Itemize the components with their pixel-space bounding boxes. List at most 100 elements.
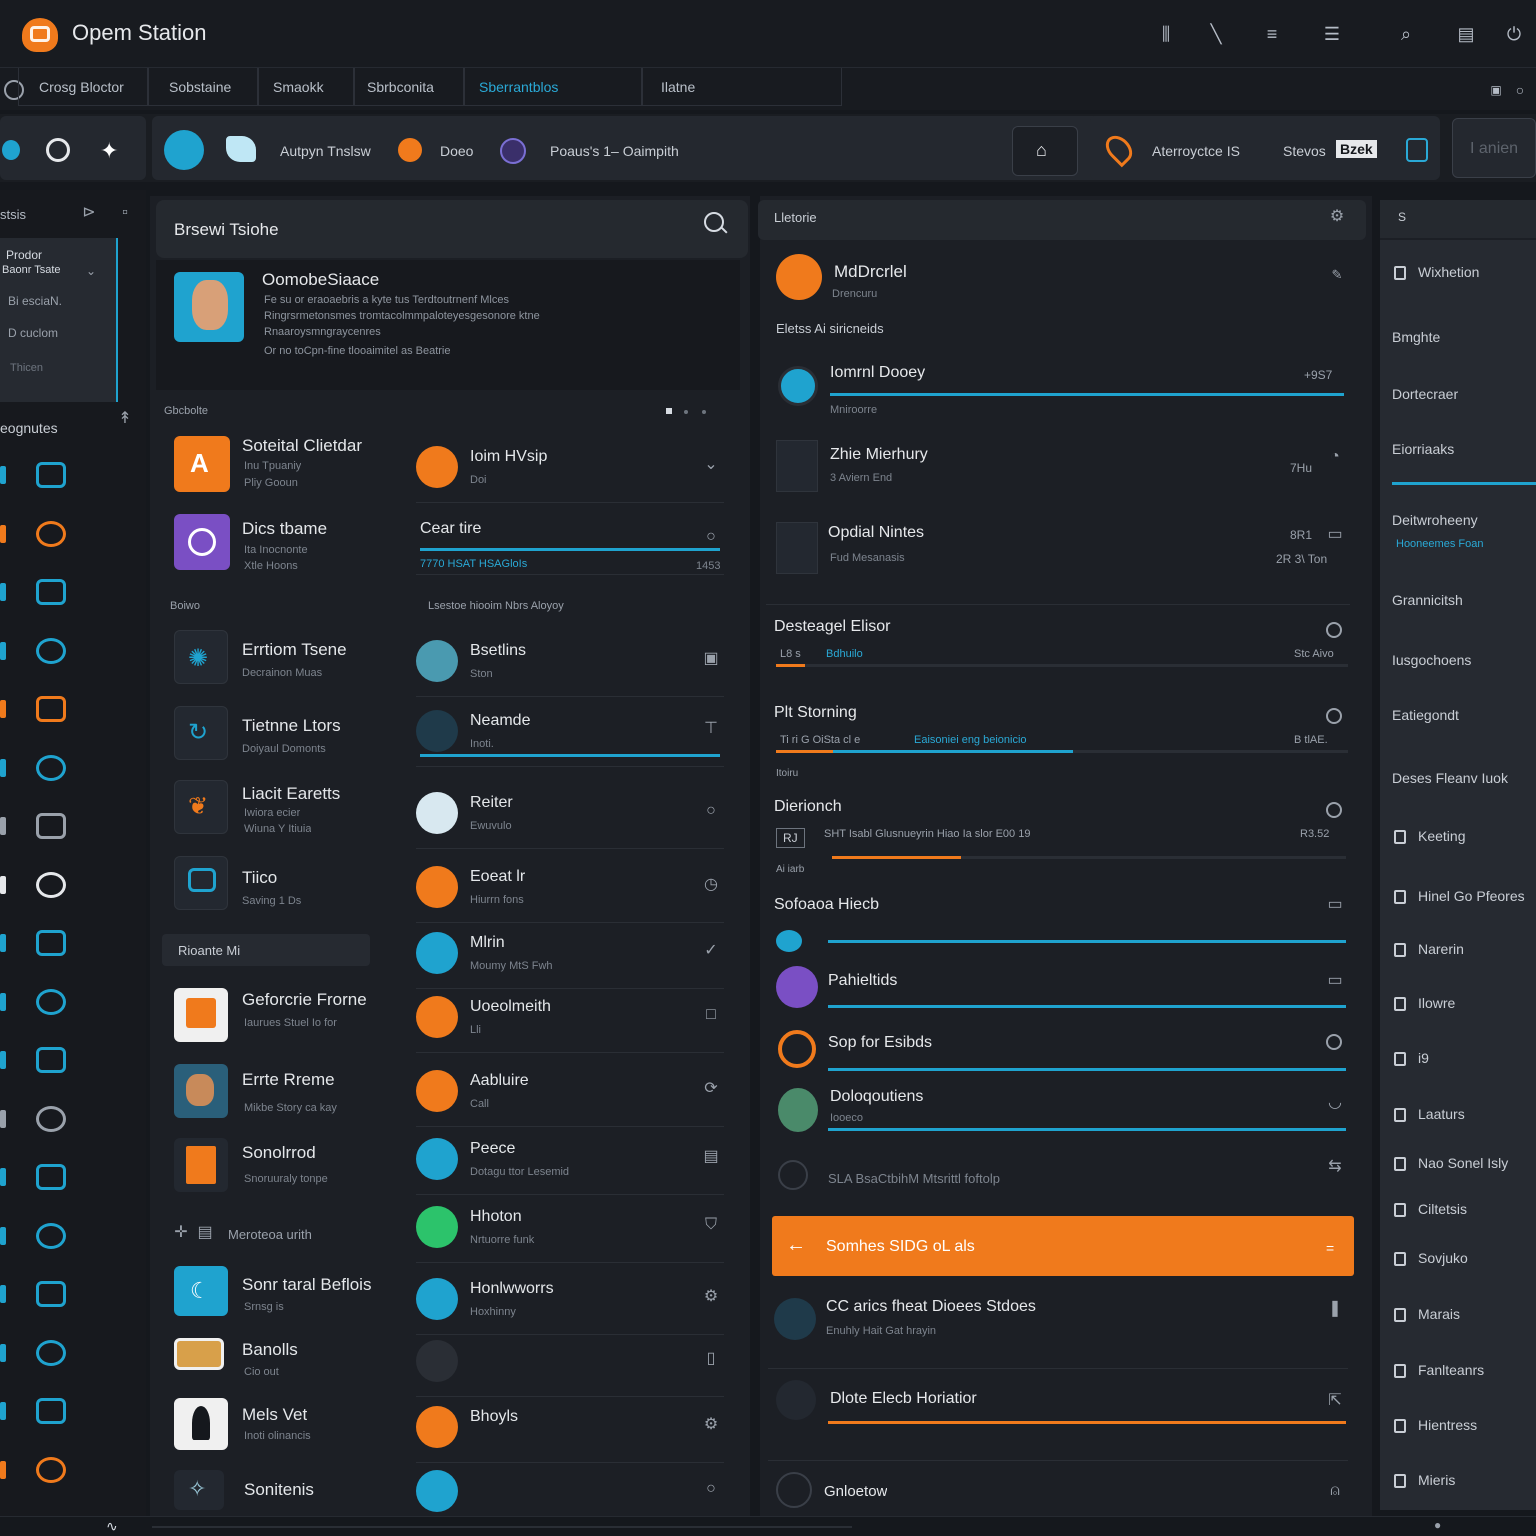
settings-circle-icon[interactable]: ○ — [1510, 80, 1530, 100]
right-sidebar-item[interactable]: Fanlteanrs — [1418, 1362, 1534, 1378]
tab-ilatne[interactable]: Ilatne — [642, 68, 842, 106]
sidebar-edge-icon[interactable] — [0, 1226, 6, 1245]
doc-icon[interactable]: ▤ — [700, 1146, 722, 1168]
tab-sbrbconita[interactable]: Sbrbconita — [354, 68, 464, 106]
right-sidebar-item[interactable]: Eatiegondt — [1392, 707, 1534, 723]
row-title[interactable]: Gnloetow — [824, 1483, 887, 1500]
info-icon[interactable]: ◔ — [1324, 446, 1346, 468]
settings-icon[interactable]: ⚙ — [1326, 206, 1348, 228]
right-sidebar-item[interactable]: Laaturs — [1418, 1106, 1534, 1122]
right-sidebar-item[interactable]: Nao Sonel Isly — [1418, 1155, 1534, 1171]
chevron-down-icon[interactable]: ⌄ — [80, 260, 102, 282]
chevron-down-icon[interactable]: ⌄ — [700, 454, 722, 476]
row-title[interactable]: Zhie Mierhury — [830, 446, 928, 464]
edit-icon[interactable]: ✎ — [1326, 264, 1348, 286]
sidebar-edge-icon[interactable] — [0, 1168, 6, 1186]
chat-icon[interactable]: ▭ — [1324, 970, 1346, 992]
menu-icon[interactable]: = — [1326, 1240, 1334, 1256]
send-icon[interactable] — [226, 136, 256, 162]
right-sidebar-item[interactable]: Hinel Go Pfeores — [1418, 888, 1534, 904]
settings-icon[interactable]: ⚙ — [700, 1286, 722, 1308]
circle-icon[interactable]: ○ — [700, 800, 722, 822]
reply-icon[interactable]: ⇆ — [1324, 1156, 1346, 1178]
item-title[interactable]: Tiico — [242, 868, 277, 888]
sidebar-edge-icon[interactable] — [0, 1285, 6, 1303]
square-icon[interactable]: □ — [700, 1004, 722, 1026]
globe-icon[interactable] — [46, 138, 70, 162]
right-sidebar-item[interactable]: Narerin — [1418, 941, 1534, 957]
plus-icon[interactable]: ✛ — [170, 1222, 192, 1244]
window-icon[interactable]: ▭ — [1324, 894, 1346, 916]
item-title[interactable]: Sonr taral Beflois — [242, 1275, 371, 1295]
sidebar-edge-icon[interactable] — [0, 758, 6, 777]
sidebar-edge-icon[interactable] — [0, 1460, 6, 1479]
item-title[interactable]: Mlrin — [470, 934, 690, 952]
sidebar-edge-icon[interactable] — [0, 992, 6, 1011]
more-icon[interactable] — [684, 410, 688, 414]
item-title[interactable]: Liacit Earetts — [242, 784, 340, 804]
monitor-icon[interactable] — [36, 813, 66, 839]
toolbar-group2-label[interactable]: Doeo — [440, 143, 473, 159]
item-title[interactable]: Bhoyls — [470, 1408, 690, 1426]
circle-icon[interactable] — [1326, 708, 1342, 724]
search-icon[interactable]: ⌕ — [1396, 24, 1416, 44]
toolbar-group4-b[interactable]: Stevos — [1283, 143, 1326, 159]
edit-icon[interactable]: ╲ — [1206, 24, 1226, 44]
right-sidebar-item[interactable]: Bmghte — [1392, 329, 1534, 345]
globe-icon[interactable] — [36, 754, 66, 781]
right-sidebar-item[interactable]: Eiorriaaks — [1392, 441, 1534, 457]
target-icon[interactable] — [36, 1339, 66, 1366]
palette-icon[interactable] — [36, 520, 66, 547]
refresh-icon[interactable]: ⟳ — [700, 1078, 722, 1100]
right-sidebar-item[interactable]: Iusgochoens — [1392, 652, 1534, 668]
toolbar-group3-label[interactable]: Poaus's 1– Oaimpith — [550, 143, 679, 159]
export-icon[interactable]: ⇱ — [1324, 1390, 1346, 1412]
item-title[interactable]: Errte Rreme — [242, 1070, 335, 1090]
tab-smaokk[interactable]: Smaokk — [258, 68, 354, 106]
circle-icon[interactable] — [1326, 1034, 1342, 1050]
sidebar-nav-item[interactable]: Baonr Tsate — [2, 264, 61, 276]
sidebar-nav-item[interactable]: Prodor — [6, 248, 42, 262]
sidebar-nav-item[interactable]: D cuclom — [8, 326, 58, 340]
item-title[interactable]: Geforcrie Frorne — [242, 990, 367, 1010]
save-icon[interactable] — [1406, 138, 1428, 162]
sidebar-edge-icon[interactable] — [0, 817, 6, 835]
right-sidebar-item[interactable]: Deses Fleanv Iuok — [1392, 770, 1534, 786]
pin-icon[interactable]: ✦ — [100, 138, 118, 164]
right-sidebar-item[interactable]: Keeting — [1418, 828, 1534, 844]
item-title[interactable]: Bsetlins — [470, 642, 690, 660]
menu-icon[interactable]: ≡ — [1262, 24, 1282, 44]
list-title[interactable]: Pahieltids — [828, 972, 897, 990]
tab-sberrantblos[interactable]: Sberrantblos — [464, 68, 642, 106]
shield-icon[interactable]: ⛉ — [700, 1214, 722, 1236]
brand-circle-icon[interactable] — [164, 130, 204, 170]
right-sidebar-item[interactable]: Marais — [1418, 1306, 1534, 1322]
sidebar-edge-icon[interactable] — [0, 1402, 6, 1420]
window-icon[interactable]: ▭ — [1324, 524, 1346, 546]
right-sidebar-item[interactable]: Grannicitsh — [1392, 592, 1534, 608]
item-title[interactable]: Sonitenis — [244, 1480, 314, 1500]
row-title[interactable]: Iomrnl Dooey — [830, 364, 925, 382]
cloud-icon[interactable] — [2, 140, 20, 160]
item-title[interactable]: Hhoton — [470, 1208, 690, 1226]
pause-icon[interactable]: ❚ — [1324, 1298, 1346, 1320]
pin-icon[interactable]: ↟ — [114, 408, 136, 430]
right-sidebar-item[interactable]: i9 — [1418, 1050, 1534, 1066]
doc-icon[interactable]: ▤ — [194, 1222, 216, 1244]
sidebar-edge-icon[interactable] — [0, 466, 6, 484]
item-title[interactable]: Uoeolmeith — [470, 998, 690, 1016]
list-icon[interactable]: ☰ — [1322, 24, 1342, 44]
item-title[interactable]: Dics tbame — [242, 519, 327, 539]
row-title[interactable]: Dlote Elecb Horiatior — [830, 1390, 977, 1408]
list-title[interactable]: Doloqoutiens — [830, 1088, 923, 1106]
bell-icon[interactable]: ⍝ — [1324, 1480, 1346, 1502]
sidebar-edge-icon[interactable] — [0, 700, 6, 718]
sidebar-edge-icon[interactable] — [0, 934, 6, 952]
tab-sobstaine[interactable]: Sobstaine — [148, 68, 258, 106]
fish-icon[interactable] — [36, 1398, 66, 1424]
right-sidebar-item[interactable]: Hientress — [1418, 1417, 1534, 1433]
circle-icon[interactable]: ○ — [700, 526, 722, 548]
stack-icon[interactable]: ▤ — [1456, 24, 1476, 44]
orange-circle-icon[interactable] — [398, 138, 422, 162]
item-title[interactable]: Neamde — [470, 712, 690, 730]
